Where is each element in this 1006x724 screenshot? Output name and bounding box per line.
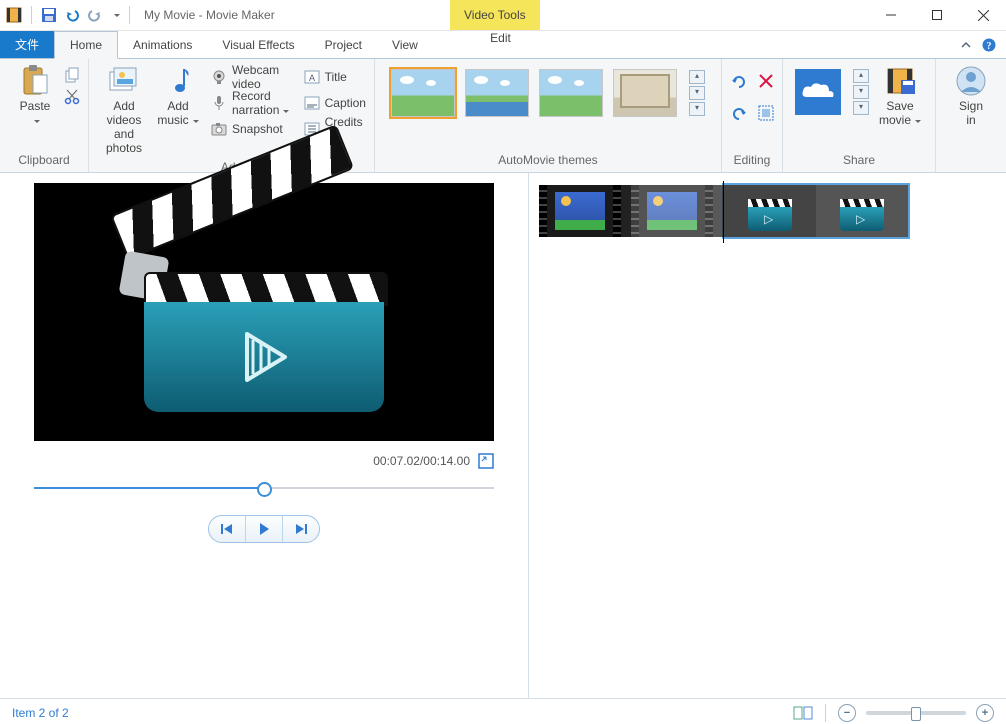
timeline-clip-1[interactable]	[539, 185, 631, 237]
ribbon-tabs: 文件 Home Animations Visual Effects Projec…	[0, 31, 1006, 59]
status-text: Item 2 of 2	[12, 706, 69, 720]
theme-thumb-2[interactable]	[465, 69, 529, 117]
add-music-label: Add music	[157, 99, 198, 127]
tab-project[interactable]: Project	[310, 31, 377, 58]
copy-icon[interactable]	[64, 67, 80, 83]
snapshot-button[interactable]: Snapshot	[211, 119, 290, 139]
sign-in-button[interactable]: Sign in	[944, 63, 998, 129]
title-button[interactable]: ATitle	[304, 67, 366, 87]
play-button[interactable]	[246, 516, 283, 542]
preview-video[interactable]	[34, 183, 494, 441]
group-label-themes: AutoMovie themes	[383, 150, 713, 172]
qat-customize-dropdown[interactable]	[110, 7, 120, 23]
paste-icon	[19, 65, 51, 97]
microphone-icon	[211, 95, 227, 111]
zoom-slider[interactable]	[866, 711, 966, 715]
paste-label: Paste	[20, 99, 51, 113]
svg-text:A: A	[309, 73, 315, 83]
maximize-button[interactable]	[914, 0, 960, 30]
theme-thumb-4[interactable]	[613, 69, 677, 117]
timeline-playhead[interactable]	[723, 181, 724, 243]
add-music-button[interactable]: Add music	[151, 63, 205, 129]
record-narration-button[interactable]: Record narration	[211, 93, 290, 113]
save-movie-label: Save movie	[879, 99, 921, 127]
workspace: 00:07.02/00:14.00 ▷ ▷	[0, 173, 1006, 698]
zoom-in-button[interactable]: +	[976, 704, 994, 722]
title-icon: A	[304, 69, 320, 85]
group-label-editing: Editing	[730, 150, 774, 172]
save-movie-icon	[884, 65, 916, 97]
rotate-left-icon[interactable]	[730, 73, 748, 91]
webcam-video-button[interactable]: Webcam video	[211, 67, 290, 87]
sign-in-label: Sign in	[959, 99, 983, 127]
select-all-icon[interactable]	[758, 105, 774, 123]
webcam-icon	[211, 69, 227, 85]
cut-icon[interactable]	[64, 89, 80, 105]
close-button[interactable]	[960, 0, 1006, 30]
app-icon	[6, 7, 22, 23]
tab-home[interactable]: Home	[54, 31, 118, 59]
theme-thumb-3[interactable]	[539, 69, 603, 117]
svg-text:?: ?	[987, 41, 992, 52]
group-signin: Sign in	[936, 59, 1006, 172]
add-videos-photos-button[interactable]: Add videos and photos	[97, 63, 151, 157]
caption-button[interactable]: Caption	[304, 93, 366, 113]
preview-pane: 00:07.02/00:14.00	[0, 173, 529, 698]
view-toggle-icon[interactable]	[793, 705, 813, 721]
onedrive-icon	[801, 81, 835, 103]
preview-seek-slider[interactable]	[34, 479, 494, 497]
redo-icon[interactable]	[87, 7, 103, 23]
ribbon-collapse-icon[interactable]	[960, 39, 972, 51]
play-icon	[229, 322, 299, 392]
group-label-share: Share	[791, 150, 927, 172]
titlebar: My Movie - Movie Maker Video Tools	[0, 0, 1006, 31]
window-title: My Movie - Movie Maker	[144, 8, 275, 22]
group-automovie-themes: ▴▾▾ AutoMovie themes	[375, 59, 722, 172]
timeline-clip-2[interactable]: ▷ ▷	[724, 185, 908, 237]
tab-edit[interactable]: Edit	[450, 31, 551, 45]
theme-gallery-more[interactable]: ▴▾▾	[689, 69, 705, 117]
undo-icon[interactable]	[64, 7, 80, 23]
music-icon	[162, 65, 194, 97]
timecode-text: 00:07.02/00:14.00	[373, 454, 470, 468]
clapperboard-graphic	[134, 212, 394, 412]
timeline-pane[interactable]: ▷ ▷	[529, 173, 1006, 698]
help-icon[interactable]: ?	[982, 38, 996, 52]
delete-icon[interactable]	[758, 73, 774, 91]
user-icon	[955, 65, 987, 97]
timeline[interactable]: ▷ ▷	[539, 185, 996, 247]
context-tab-video-tools: Video Tools	[450, 0, 540, 30]
status-bar: Item 2 of 2 − +	[0, 698, 1006, 724]
ribbon: Paste Clipboard Add videos and photos Ad…	[0, 59, 1006, 173]
save-movie-button[interactable]: Save movie	[873, 63, 927, 129]
frame-back-button[interactable]	[209, 516, 246, 542]
tab-file[interactable]: 文件	[0, 31, 54, 58]
minimize-button[interactable]	[868, 0, 914, 30]
fullscreen-icon[interactable]	[478, 453, 494, 469]
tab-animations[interactable]: Animations	[118, 31, 207, 58]
add-videos-icon	[108, 65, 140, 97]
quick-access-toolbar	[0, 6, 138, 24]
group-clipboard: Paste Clipboard	[0, 59, 89, 172]
group-label-clipboard: Clipboard	[8, 150, 80, 172]
tab-visual-effects[interactable]: Visual Effects	[207, 31, 309, 58]
add-videos-label: Add videos and photos	[103, 99, 145, 155]
transport-controls	[208, 515, 320, 543]
timeline-clip-1b[interactable]	[631, 185, 723, 237]
camera-icon	[211, 121, 227, 137]
tab-view[interactable]: View	[377, 31, 433, 58]
frame-forward-button[interactable]	[283, 516, 319, 542]
group-editing: Editing	[722, 59, 783, 172]
share-onedrive-button[interactable]	[795, 69, 841, 115]
zoom-out-button[interactable]: −	[838, 704, 856, 722]
rotate-right-icon[interactable]	[730, 105, 748, 123]
caption-icon	[304, 95, 320, 111]
paste-button[interactable]: Paste	[8, 63, 62, 125]
share-gallery-more[interactable]: ▴▾▾	[853, 69, 869, 115]
theme-thumb-1[interactable]	[391, 69, 455, 117]
group-share: ▴▾▾ Save movie Share	[783, 59, 936, 172]
save-icon[interactable]	[41, 7, 57, 23]
